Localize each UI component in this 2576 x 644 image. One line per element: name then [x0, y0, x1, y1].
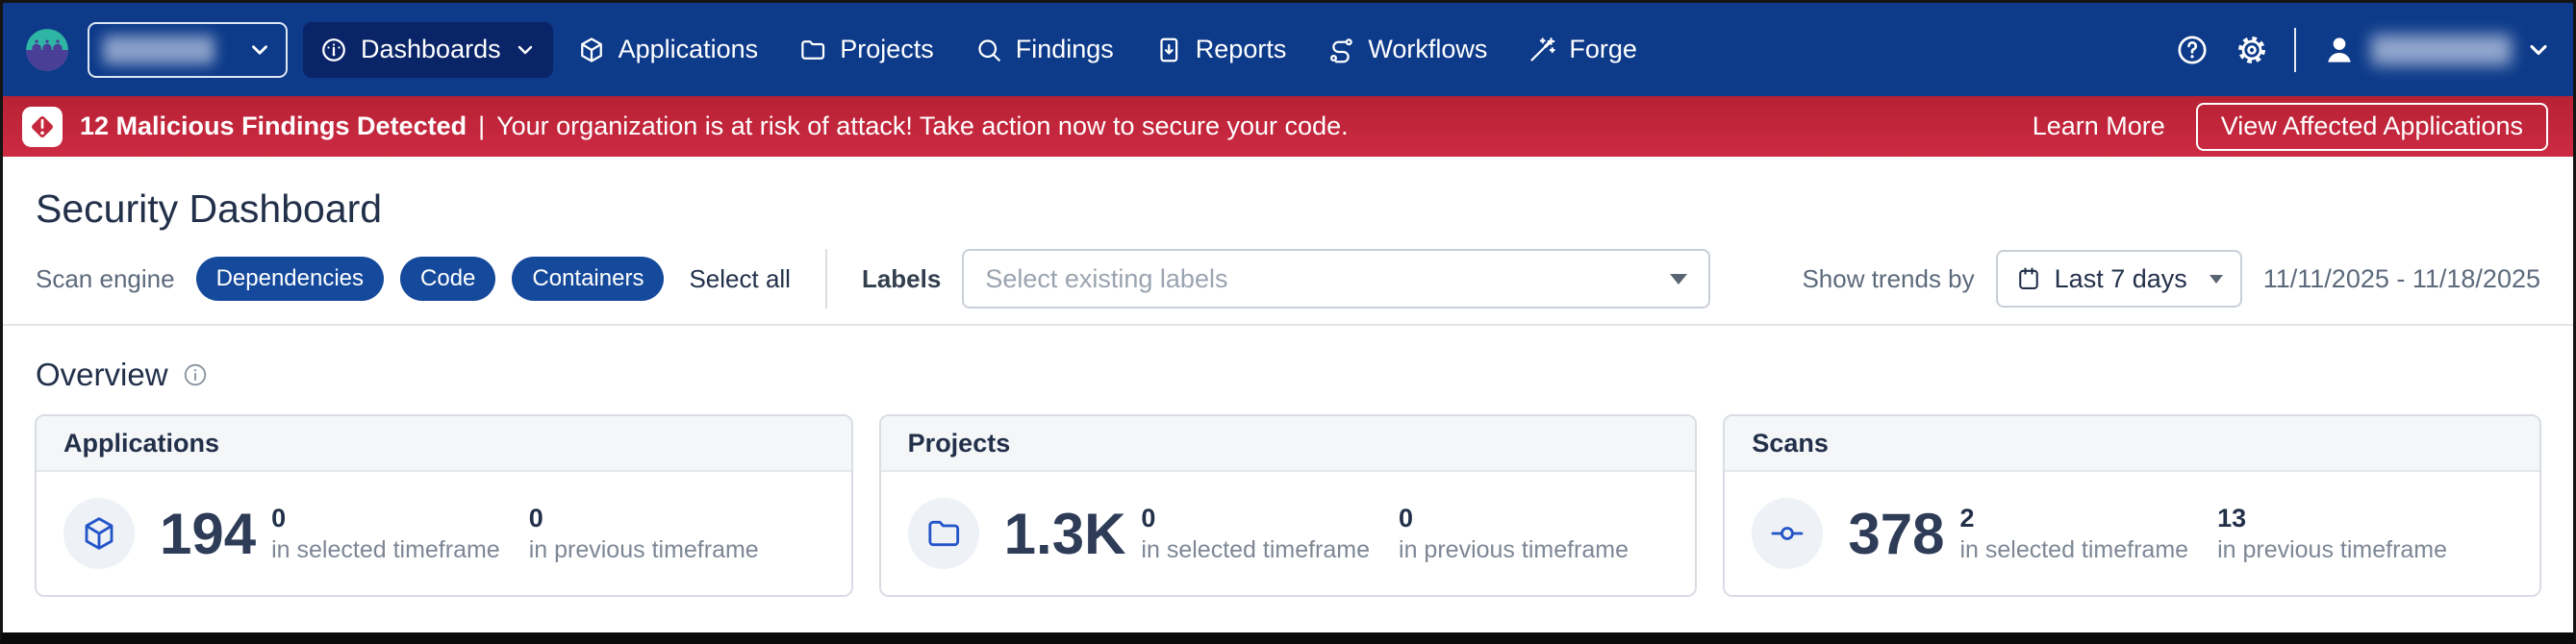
top-navbar: Dashboards Applications	[3, 3, 2573, 96]
trends-controls: Show trends by Last 7 days 11/11/2025 - …	[1802, 250, 2540, 308]
nav-item-findings[interactable]: Findings	[958, 22, 1130, 78]
nav-label: Findings	[1016, 35, 1114, 64]
user-menu[interactable]	[2321, 32, 2552, 68]
main-nav: Dashboards Applications	[303, 22, 1654, 78]
show-trends-label: Show trends by	[1802, 264, 1974, 294]
nav-item-workflows[interactable]: Workflows	[1310, 22, 1503, 78]
learn-more-link[interactable]: Learn More	[2033, 111, 2165, 141]
overview-header: Overview	[3, 357, 2573, 393]
person-icon	[2321, 32, 2358, 68]
timeframe-dropdown[interactable]: Last 7 days	[1996, 250, 2242, 308]
alert-diamond-icon	[22, 107, 63, 147]
select-all-link[interactable]: Select all	[689, 264, 791, 294]
alert-title: 12 Malicious Findings Detected	[80, 111, 467, 141]
report-download-icon	[1154, 36, 1183, 64]
card-title: Scans	[1725, 416, 2539, 472]
nav-item-dashboards[interactable]: Dashboards	[303, 22, 553, 78]
card-title: Projects	[881, 416, 1696, 472]
nav-label: Projects	[840, 35, 934, 64]
labels-select-input[interactable]: Select existing labels	[962, 249, 1710, 309]
previous-timeframe-metric: 0 in previous timeframe	[1399, 502, 1629, 565]
cube-icon	[63, 498, 135, 569]
nav-item-projects[interactable]: Projects	[782, 22, 950, 78]
navbar-divider	[2294, 28, 2296, 72]
chip-dependencies[interactable]: Dependencies	[196, 257, 384, 301]
nav-label: Forge	[1569, 35, 1637, 64]
workflow-icon	[1326, 36, 1355, 64]
nav-label: Applications	[619, 35, 759, 64]
filter-bar: Scan engine Dependencies Code Containers…	[3, 234, 2573, 326]
organization-name-redacted	[103, 36, 215, 64]
username-redacted	[2371, 35, 2512, 65]
magic-wand-icon	[1528, 36, 1556, 64]
settings-gear-icon[interactable]	[2235, 33, 2269, 67]
card-total-value: 1.3K	[1004, 501, 1126, 567]
mend-logo-icon[interactable]	[24, 27, 70, 73]
nav-item-forge[interactable]: Forge	[1511, 22, 1654, 78]
organization-selector[interactable]	[88, 22, 288, 78]
card-scans: Scans 378 2 in selected timeframe 13 in	[1723, 414, 2541, 597]
alert-message: 12 Malicious Findings Detected | Your or…	[80, 111, 1349, 141]
dropdown-arrow-icon	[2210, 275, 2223, 284]
folder-icon	[798, 36, 827, 64]
chevron-down-icon	[514, 38, 537, 62]
filter-divider	[825, 249, 827, 309]
help-icon[interactable]	[2175, 33, 2210, 67]
card-body: 194 0 in selected timeframe 0 in previou…	[37, 472, 851, 595]
selected-timeframe-metric: 0 in selected timeframe	[1141, 502, 1370, 565]
card-projects: Projects 1.3K 0 in selected timeframe 0 …	[879, 414, 1698, 597]
card-title: Applications	[37, 416, 851, 472]
previous-timeframe-metric: 13 in previous timeframe	[2217, 502, 2447, 565]
selected-timeframe-metric: 0 in selected timeframe	[271, 502, 500, 565]
gauge-icon	[319, 36, 348, 64]
scan-engine-label: Scan engine	[36, 264, 175, 294]
nav-label: Dashboards	[361, 35, 501, 64]
navbar-right	[2175, 28, 2552, 72]
selected-timeframe-metric: 2 in selected timeframe	[1959, 502, 2188, 565]
info-icon[interactable]	[182, 361, 209, 388]
nav-label: Reports	[1196, 35, 1287, 64]
search-icon	[974, 36, 1003, 64]
date-range-text: 11/11/2025 - 11/18/2025	[2263, 264, 2540, 294]
card-total-value: 378	[1848, 501, 1944, 567]
dropdown-arrow-icon	[1670, 274, 1687, 285]
card-applications: Applications 194 0 in selected timeframe…	[35, 414, 853, 597]
chevron-down-icon	[247, 37, 272, 62]
labels-label: Labels	[862, 264, 941, 294]
alert-body: Your organization is at risk of attack! …	[496, 111, 1349, 141]
overview-heading: Overview	[36, 357, 168, 393]
page-title: Security Dashboard	[3, 184, 2573, 234]
scan-commit-icon	[1752, 498, 1823, 569]
view-affected-applications-button[interactable]: View Affected Applications	[2196, 103, 2548, 151]
chevron-down-icon	[2525, 37, 2552, 63]
overview-cards: Applications 194 0 in selected timeframe…	[3, 414, 2573, 597]
scan-engine-chips: Dependencies Code Containers	[196, 257, 665, 301]
chip-containers[interactable]: Containers	[512, 257, 664, 301]
cube-icon	[577, 36, 606, 64]
calendar-icon	[2015, 265, 2042, 292]
card-body: 378 2 in selected timeframe 13 in previo…	[1725, 472, 2539, 595]
malicious-findings-alert-banner: 12 Malicious Findings Detected | Your or…	[3, 96, 2573, 157]
chip-code[interactable]: Code	[400, 257, 495, 301]
alert-separator: |	[478, 111, 485, 141]
nav-label: Workflows	[1368, 35, 1487, 64]
timeframe-value: Last 7 days	[2055, 264, 2187, 294]
nav-item-applications[interactable]: Applications	[561, 22, 775, 78]
nav-item-reports[interactable]: Reports	[1138, 22, 1303, 78]
labels-placeholder: Select existing labels	[985, 264, 1227, 294]
previous-timeframe-metric: 0 in previous timeframe	[529, 502, 759, 565]
app-window: Dashboards Applications	[0, 0, 2576, 644]
card-total-value: 194	[160, 501, 256, 567]
card-body: 1.3K 0 in selected timeframe 0 in previo…	[881, 472, 1696, 595]
folder-icon	[908, 498, 979, 569]
